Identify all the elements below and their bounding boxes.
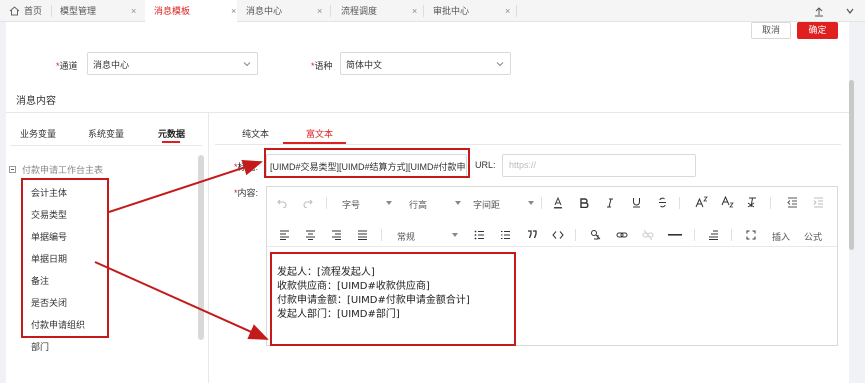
paragraph-style-dropdown[interactable]: 常规 — [397, 230, 415, 243]
close-icon[interactable]: × — [231, 0, 236, 22]
letter-spacing-dropdown[interactable]: 字间距 — [473, 198, 500, 211]
align-justify-icon[interactable] — [357, 230, 368, 240]
insert-menu[interactable]: 插入 — [772, 230, 790, 243]
chevron-down-icon — [455, 201, 461, 205]
tab-message-template[interactable]: 消息模板 × — [145, 0, 237, 22]
tab-home[interactable]: 首页 — [0, 0, 51, 22]
section-title: 消息内容 — [16, 96, 56, 107]
url-label: URL: — [475, 160, 496, 170]
formula-menu[interactable]: 公式 — [804, 230, 822, 243]
chevron-down-icon — [528, 201, 534, 205]
font-color-icon[interactable] — [553, 197, 563, 209]
italic-icon[interactable] — [606, 198, 614, 208]
undo-icon[interactable] — [277, 198, 287, 208]
language-label: *语种 — [311, 61, 333, 71]
language-value: 简体中文 — [346, 60, 383, 70]
channel-select[interactable]: 消息中心 — [87, 52, 258, 75]
chevron-down-icon — [496, 62, 504, 67]
divider — [10, 145, 202, 146]
chevron-down-icon — [386, 201, 392, 205]
code-icon[interactable] — [552, 230, 564, 240]
tab-bar: 首页 模型管理 × 消息模板 × 消息中心 × 流程调度 × 审批中心 × — [0, 0, 865, 22]
indent-increase-icon[interactable] — [813, 197, 824, 208]
tree-item-department[interactable]: 部门 — [31, 340, 49, 353]
url-placeholder: https:// — [509, 160, 537, 170]
link-icon[interactable] — [616, 230, 628, 240]
annotation-box-fields — [21, 178, 109, 338]
tab-label: 审批中心 — [433, 6, 470, 16]
tab-label: 消息中心 — [246, 6, 283, 16]
clear-icon[interactable] — [708, 230, 719, 240]
channel-value: 消息中心 — [93, 60, 130, 70]
annotation-box-title — [264, 148, 470, 178]
active-tab-indicator — [162, 141, 180, 143]
chevron-down-icon — [243, 62, 251, 67]
close-icon[interactable]: × — [131, 0, 136, 22]
emoji-icon[interactable] — [590, 229, 602, 241]
tree-scrollbar[interactable] — [198, 155, 204, 340]
confirm-button[interactable]: 确定 — [797, 22, 838, 39]
quote-icon[interactable] — [527, 230, 537, 239]
horizontal-rule-icon[interactable] — [668, 234, 682, 236]
language-select[interactable]: 简体中文 — [340, 52, 511, 75]
chevron-down-icon[interactable] — [844, 5, 856, 17]
tab-message-center[interactable]: 消息中心 × — [238, 0, 330, 22]
close-icon[interactable]: × — [412, 0, 417, 22]
tab-business-variables[interactable]: 业务变量 — [20, 127, 56, 140]
divider — [215, 144, 841, 145]
page-scrollbar[interactable] — [849, 80, 854, 250]
tab-label: 模型管理 — [60, 6, 97, 16]
tab-rich-text[interactable]: 富文本 — [306, 127, 333, 140]
tab-approval-center[interactable]: 审批中心 × — [424, 0, 516, 22]
fullscreen-icon[interactable] — [746, 230, 756, 240]
channel-label: *通道 — [56, 61, 78, 71]
align-right-icon[interactable] — [331, 230, 342, 240]
superscript-icon[interactable] — [695, 196, 708, 208]
align-left-icon[interactable] — [279, 230, 290, 240]
indent-decrease-icon[interactable] — [787, 197, 798, 208]
divider — [6, 112, 849, 113]
subscript-icon[interactable] — [721, 196, 734, 208]
tab-metadata[interactable]: 元数据 — [158, 127, 185, 140]
underline-icon[interactable] — [632, 197, 641, 208]
cancel-button[interactable]: 取消 — [751, 22, 791, 39]
tab-label: 消息模板 — [154, 6, 191, 16]
title-label: *标题: — [234, 162, 259, 172]
redo-icon[interactable] — [303, 198, 313, 208]
home-icon — [9, 6, 20, 16]
unlink-icon[interactable] — [642, 230, 654, 240]
tab-system-variables[interactable]: 系统变量 — [88, 127, 124, 140]
font-size-dropdown[interactable]: 字号 — [342, 198, 360, 211]
collapse-icon[interactable] — [9, 166, 16, 173]
close-icon[interactable]: × — [317, 0, 322, 22]
tab-process-scheduling[interactable]: 流程调度 × — [331, 0, 423, 22]
tab-model-management[interactable]: 模型管理 × — [52, 0, 144, 22]
annotation-box-content — [270, 252, 516, 346]
ordered-list-icon[interactable] — [474, 230, 485, 240]
clear-format-icon[interactable] — [747, 197, 758, 208]
tab-label: 首页 — [24, 6, 43, 16]
bold-icon[interactable] — [580, 198, 589, 208]
tree-root[interactable]: 付款申请工作台主表 — [22, 163, 103, 176]
line-height-dropdown[interactable]: 行高 — [409, 198, 427, 211]
tab-label: 流程调度 — [341, 6, 378, 16]
strikethrough-icon[interactable] — [658, 197, 667, 208]
align-center-icon[interactable] — [305, 230, 316, 240]
url-input[interactable]: https:// — [502, 154, 696, 177]
chevron-down-icon — [452, 233, 458, 237]
content-label: *内容: — [234, 188, 259, 198]
tab-plain-text[interactable]: 纯文本 — [242, 127, 269, 140]
collapse-up-icon[interactable] — [813, 5, 825, 17]
unordered-list-icon[interactable] — [500, 230, 511, 240]
close-icon[interactable]: × — [505, 0, 510, 22]
panel-divider — [208, 113, 209, 383]
